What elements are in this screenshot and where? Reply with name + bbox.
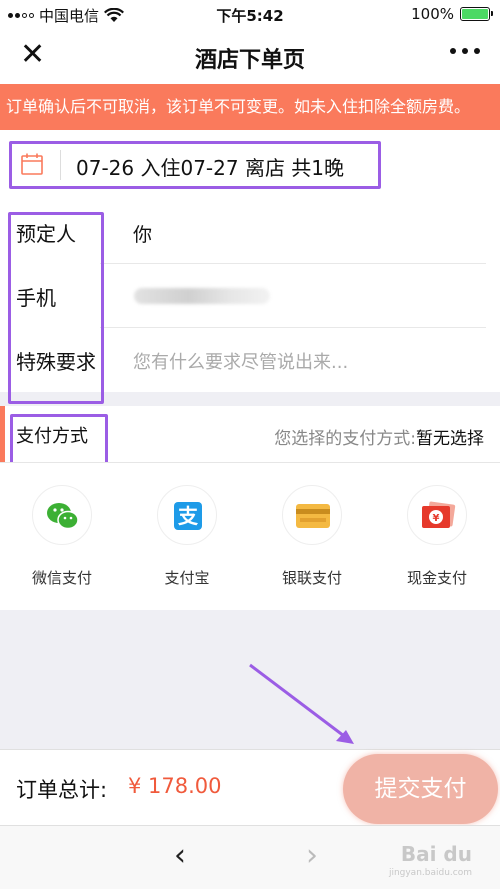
stay-dates-text: 07-26 入住07-27 离店 共1晚 [76,156,345,180]
payment-selection: 您选择的支付方式:暂无选择 [274,424,484,449]
stay-dates-row[interactable]: 07-26 入住07-27 离店 共1晚 [0,130,500,200]
booker-input[interactable]: 你 [133,220,152,247]
battery-percent: 100% [411,5,454,23]
watermark-logo: Bai du [400,842,472,866]
nav-bar: ✕ 酒店下单页 [0,28,500,84]
pay-option-unionpay[interactable]: 银联支付 [262,485,362,595]
payment-selection-value: 暂无选择 [416,429,484,449]
pay-option-label: 支付宝 [164,569,210,587]
submit-payment-button[interactable]: 提交支付 [343,754,498,824]
calendar-icon [21,153,43,175]
cash-icon: ¥ [407,485,467,545]
total-amount: ¥ 178.00 [128,774,222,798]
annotation-box-labels [8,212,104,404]
payment-methods: 微信支付 支 支付宝 银联支付 ¥ 现金支付 [0,463,500,610]
svg-text:¥: ¥ [433,513,440,524]
browser-toolbar: ‹ › Bai du jingyan.baidu.com [0,825,500,889]
pay-option-label: 银联支付 [281,569,342,587]
svg-text:支: 支 [178,504,199,528]
date-divider [60,150,61,180]
page-title: 酒店下单页 [194,48,305,73]
forward-icon[interactable]: › [306,838,318,873]
requests-input[interactable]: 您有什么要求尽管说出来... [133,348,348,374]
order-footer: 订单总计: ¥ 178.00 提交支付 [0,749,500,825]
cancellation-notice: 订单确认后不可取消，该订单不可变更。如未入住扣除全额房费。 [0,84,500,130]
payment-selection-prefix: 您选择的支付方式: [274,429,416,449]
payment-header: 支付方式 您选择的支付方式:暂无选择 [0,406,500,470]
status-bar: 中国电信 下午5:42 100% [0,0,500,28]
battery-group: 100% [411,5,493,23]
wechat-pay-icon [32,485,92,545]
annotation-box-dates: 07-26 入住07-27 离店 共1晚 [9,141,381,189]
pay-option-wechat[interactable]: 微信支付 [12,485,112,595]
watermark-sub: jingyan.baidu.com [388,868,472,878]
phone-input-blurred[interactable] [134,288,270,304]
total-label: 订单总计: [16,778,108,802]
pay-option-label: 现金支付 [406,569,467,587]
pay-option-cash[interactable]: ¥ 现金支付 [387,485,487,595]
pay-option-label: 微信支付 [31,569,92,587]
alipay-icon: 支 [157,485,217,545]
more-icon[interactable] [450,48,480,54]
unionpay-card-icon [282,485,342,545]
annotation-arrow [249,663,354,744]
battery-icon [460,7,493,21]
guest-form: 预定人 你 手机 特殊要求 您有什么要求尽管说出来... [0,200,500,404]
section-accent [0,406,5,462]
pay-option-alipay[interactable]: 支 支付宝 [137,485,237,595]
back-icon[interactable]: ‹ [174,838,186,873]
